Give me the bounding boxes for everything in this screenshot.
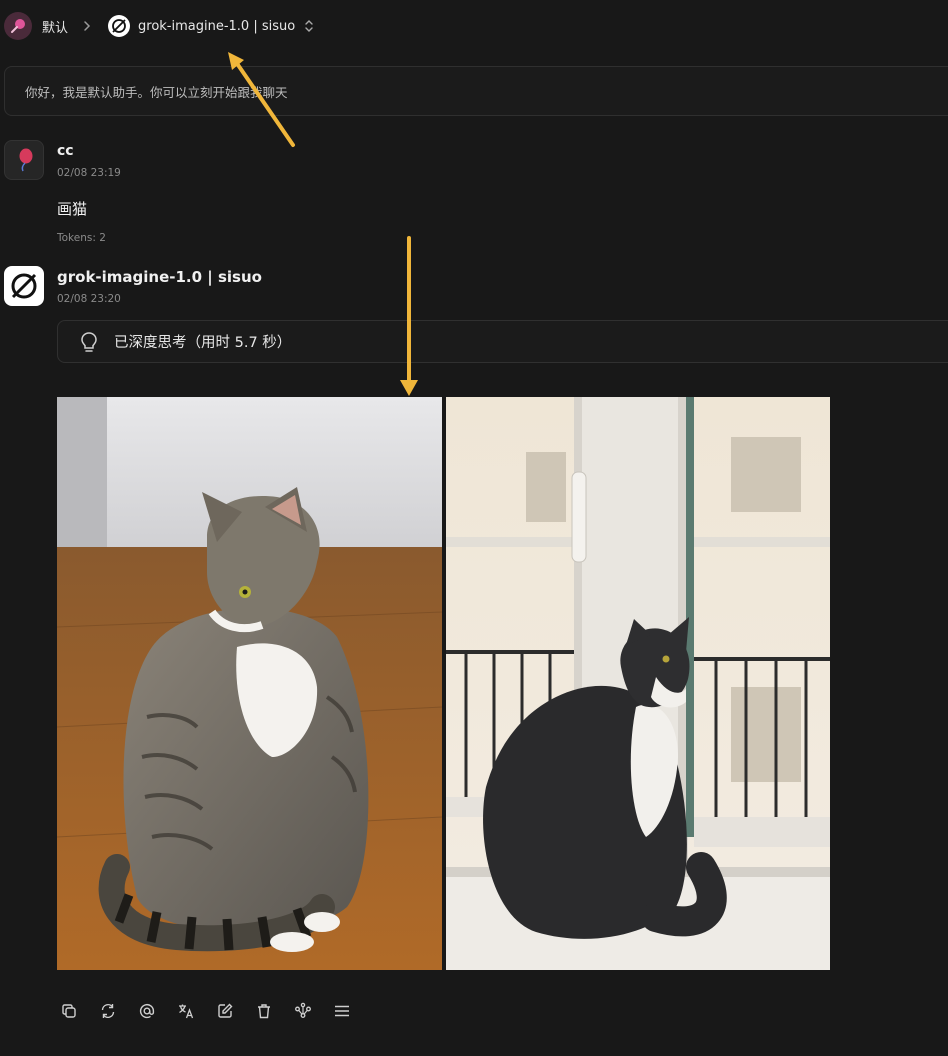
delete-icon[interactable] <box>253 1000 275 1022</box>
balloon-icon <box>19 148 33 172</box>
assistant-name[interactable]: 默认 <box>42 17 68 36</box>
token-count: Tokens: 2 <box>57 232 106 244</box>
grok-model-icon[interactable] <box>108 15 131 37</box>
model-selector[interactable]: grok-imagine-1.0 | sisuo <box>138 19 295 34</box>
copy-icon[interactable] <box>58 1000 80 1022</box>
generated-image-tabby-cat[interactable] <box>57 397 442 970</box>
assistant-message-time: 02/08 23:20 <box>57 293 121 305</box>
regenerate-icon[interactable] <box>97 1000 119 1022</box>
top-bar: 默认 grok-imagine-1.0 | sisuo <box>0 0 948 52</box>
generated-image-window-cat[interactable] <box>446 397 830 970</box>
user-message-text: 画猫 <box>57 200 88 218</box>
user-name: cc <box>57 143 74 159</box>
greeting-text: 你好，我是默认助手。你可以立刻开始跟我聊天 <box>25 84 288 100</box>
assistant-model-name: grok-imagine-1.0 | sisuo <box>57 268 262 286</box>
user-avatar <box>4 140 44 180</box>
chevron-updown-icon[interactable] <box>303 18 315 34</box>
edit-icon[interactable] <box>214 1000 236 1022</box>
system-greeting: 你好，我是默认助手。你可以立刻开始跟我聊天 <box>4 66 948 116</box>
mention-icon[interactable] <box>136 1000 158 1022</box>
model-avatar-icon <box>4 266 44 306</box>
lightbulb-icon <box>81 331 97 352</box>
annotation-arrow-images <box>400 236 418 396</box>
thinking-collapsible[interactable]: 已深度思考（用时 5.7 秒） <box>57 320 948 363</box>
translate-icon[interactable] <box>175 1000 197 1022</box>
user-message-time: 02/08 23:19 <box>57 167 121 179</box>
message-toolbar <box>58 998 353 1024</box>
thinking-label: 已深度思考（用时 5.7 秒） <box>114 335 292 351</box>
assistant-avatar-icon[interactable] <box>4 12 32 40</box>
menu-icon[interactable] <box>331 1000 353 1022</box>
branch-icon[interactable] <box>292 1000 314 1022</box>
chevron-right-icon <box>84 21 91 31</box>
